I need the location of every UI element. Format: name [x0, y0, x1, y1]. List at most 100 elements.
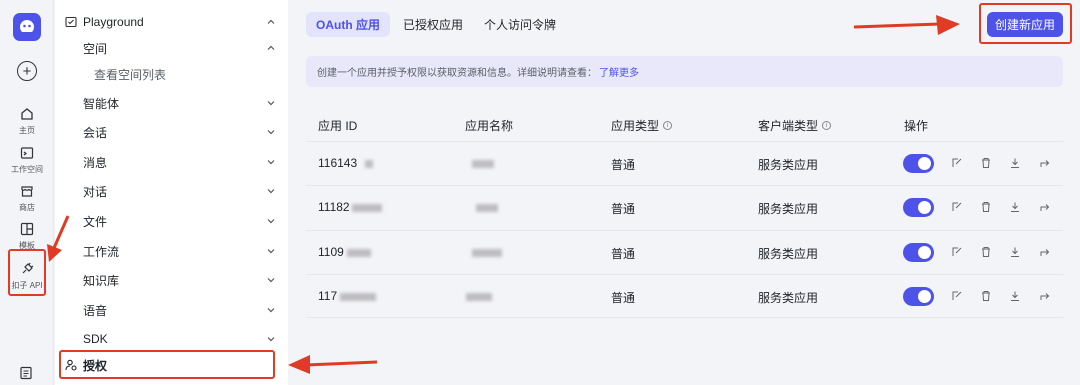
app-type: 普通 [611, 291, 636, 305]
redacted-id [346, 248, 371, 257]
share-icon[interactable] [1039, 157, 1051, 169]
delete-icon[interactable] [980, 157, 992, 169]
table-row: 116143 普通 服务类应用 [306, 141, 1063, 185]
chevron-up-icon [267, 45, 275, 50]
docs-icon[interactable] [19, 366, 33, 383]
edit-icon[interactable] [951, 157, 963, 169]
annotation-box-create [979, 3, 1072, 44]
sidebar-item-conversation[interactable]: 会话 [55, 118, 288, 146]
redacted-name [472, 248, 502, 257]
annotation-box-api [8, 249, 46, 296]
sidebar-item-space-list[interactable]: 查看空间列表 [55, 60, 288, 88]
download-icon[interactable] [1009, 201, 1021, 213]
share-icon[interactable] [1039, 290, 1051, 302]
edit-icon[interactable] [951, 246, 963, 258]
annotation-box-auth [59, 350, 275, 379]
tab-authorized-apps[interactable]: 已授权应用 [393, 12, 473, 37]
redacted-name [476, 203, 498, 212]
app-type: 普通 [611, 158, 636, 172]
info-icon[interactable]: i [822, 121, 832, 130]
tab-oauth-apps[interactable]: OAuth 应用 [306, 12, 390, 37]
rail-item-workspace[interactable]: 工作空间 [0, 145, 54, 175]
sidebar-item-bot[interactable]: 智能体 [55, 89, 288, 117]
sidebar-item-sdk[interactable]: SDK [55, 325, 288, 353]
sidebar-item-file[interactable]: 文件 [55, 207, 288, 235]
app-name [476, 200, 498, 214]
home-icon [19, 106, 35, 122]
main-content: OAuth 应用 已授权应用 个人访问令牌 创建新应用 创建一个应用并授予权限以… [289, 0, 1080, 385]
app-name [472, 156, 494, 170]
create-plus-button[interactable]: + [17, 61, 37, 81]
download-icon[interactable] [1009, 246, 1021, 258]
chevron-down-icon [267, 249, 275, 254]
rail-label-workspace: 工作空间 [11, 165, 43, 174]
rail-label-home: 主页 [19, 126, 35, 135]
playground-label: Playground [83, 15, 144, 29]
chevron-down-icon [267, 130, 275, 135]
share-icon[interactable] [1039, 246, 1051, 258]
sidebar-item-audio[interactable]: 语音 [55, 296, 288, 324]
delete-icon[interactable] [980, 201, 992, 213]
enable-toggle[interactable] [903, 154, 934, 173]
app-logo[interactable] [13, 13, 41, 41]
client-type: 服务类应用 [758, 247, 819, 261]
header-app-type-label: 应用类型 [611, 119, 660, 133]
download-icon[interactable] [1009, 157, 1021, 169]
sidebar-item-playground[interactable]: Playground [55, 8, 288, 36]
app-name [472, 245, 502, 259]
app-id: 11182 [318, 200, 382, 214]
sidebar-item-label: 空间 [83, 41, 108, 56]
app-type: 普通 [611, 202, 636, 216]
sidebar-item-label: 对话 [83, 184, 108, 199]
chevron-down-icon [267, 101, 275, 106]
sidebar-item-label: 消息 [83, 155, 108, 170]
info-icon[interactable]: i [663, 121, 673, 130]
edit-icon[interactable] [951, 290, 963, 302]
redacted-name [472, 159, 494, 168]
template-icon [19, 221, 35, 237]
delete-icon[interactable] [980, 246, 992, 258]
sidebar-item-chat[interactable]: 对话 [55, 177, 288, 205]
table-row: 1109 普通 服务类应用 [306, 230, 1063, 274]
sidebar-item-knowledge[interactable]: 知识库 [55, 266, 288, 294]
chevron-down-icon [267, 189, 275, 194]
client-type: 服务类应用 [758, 202, 819, 216]
download-icon[interactable] [1009, 290, 1021, 302]
sidebar-item-message[interactable]: 消息 [55, 148, 288, 176]
share-icon[interactable] [1039, 201, 1051, 213]
api-sidebar: Playground 空间 查看空间列表 智能体 会话 消息 对话 文件 工作流… [55, 0, 288, 385]
rail-item-home[interactable]: 主页 [0, 106, 54, 136]
header-client-type-label: 客户端类型 [758, 119, 819, 133]
chevron-down-icon [267, 219, 275, 224]
learn-more-link[interactable]: 了解更多 [599, 64, 639, 79]
rail-label-store: 商店 [19, 203, 35, 212]
redacted-name [466, 292, 492, 301]
sidebar-item-label: 语音 [83, 303, 108, 318]
app-type: 普通 [611, 247, 636, 261]
table-row: 11182 普通 服务类应用 [306, 185, 1063, 229]
app-id: 116143 [318, 156, 373, 170]
header-app-name: 应用名称 [465, 119, 514, 133]
tab-personal-tokens[interactable]: 个人访问令牌 [474, 12, 566, 37]
enable-toggle[interactable] [903, 198, 934, 217]
redacted-id [364, 159, 373, 168]
sidebar-item-label: 智能体 [83, 96, 120, 111]
sidebar-item-label: 查看空间列表 [94, 67, 167, 82]
header-actions: 操作 [904, 119, 929, 133]
edit-icon[interactable] [951, 201, 963, 213]
terminal-icon [19, 145, 35, 161]
enable-toggle[interactable] [903, 243, 934, 262]
header-app-type: 应用类型 i [611, 117, 673, 134]
sidebar-item-label: 工作流 [83, 244, 120, 259]
enable-toggle[interactable] [903, 287, 934, 306]
sidebar-item-label: 文件 [83, 214, 108, 229]
sidebar-item-space[interactable]: 空间 [55, 34, 288, 62]
table-row: 117 普通 服务类应用 [306, 274, 1063, 318]
sidebar-item-workflow[interactable]: 工作流 [55, 237, 288, 265]
rail-item-template[interactable]: 模板 [0, 221, 54, 251]
chevron-down-icon [267, 160, 275, 165]
header-client-type: 客户端类型 i [758, 117, 832, 134]
delete-icon[interactable] [980, 290, 992, 302]
rail-item-store[interactable]: 商店 [0, 183, 54, 213]
info-banner: 创建一个应用并授予权限以获取资源和信息。详细说明请查看： 了解更多 [306, 56, 1063, 87]
